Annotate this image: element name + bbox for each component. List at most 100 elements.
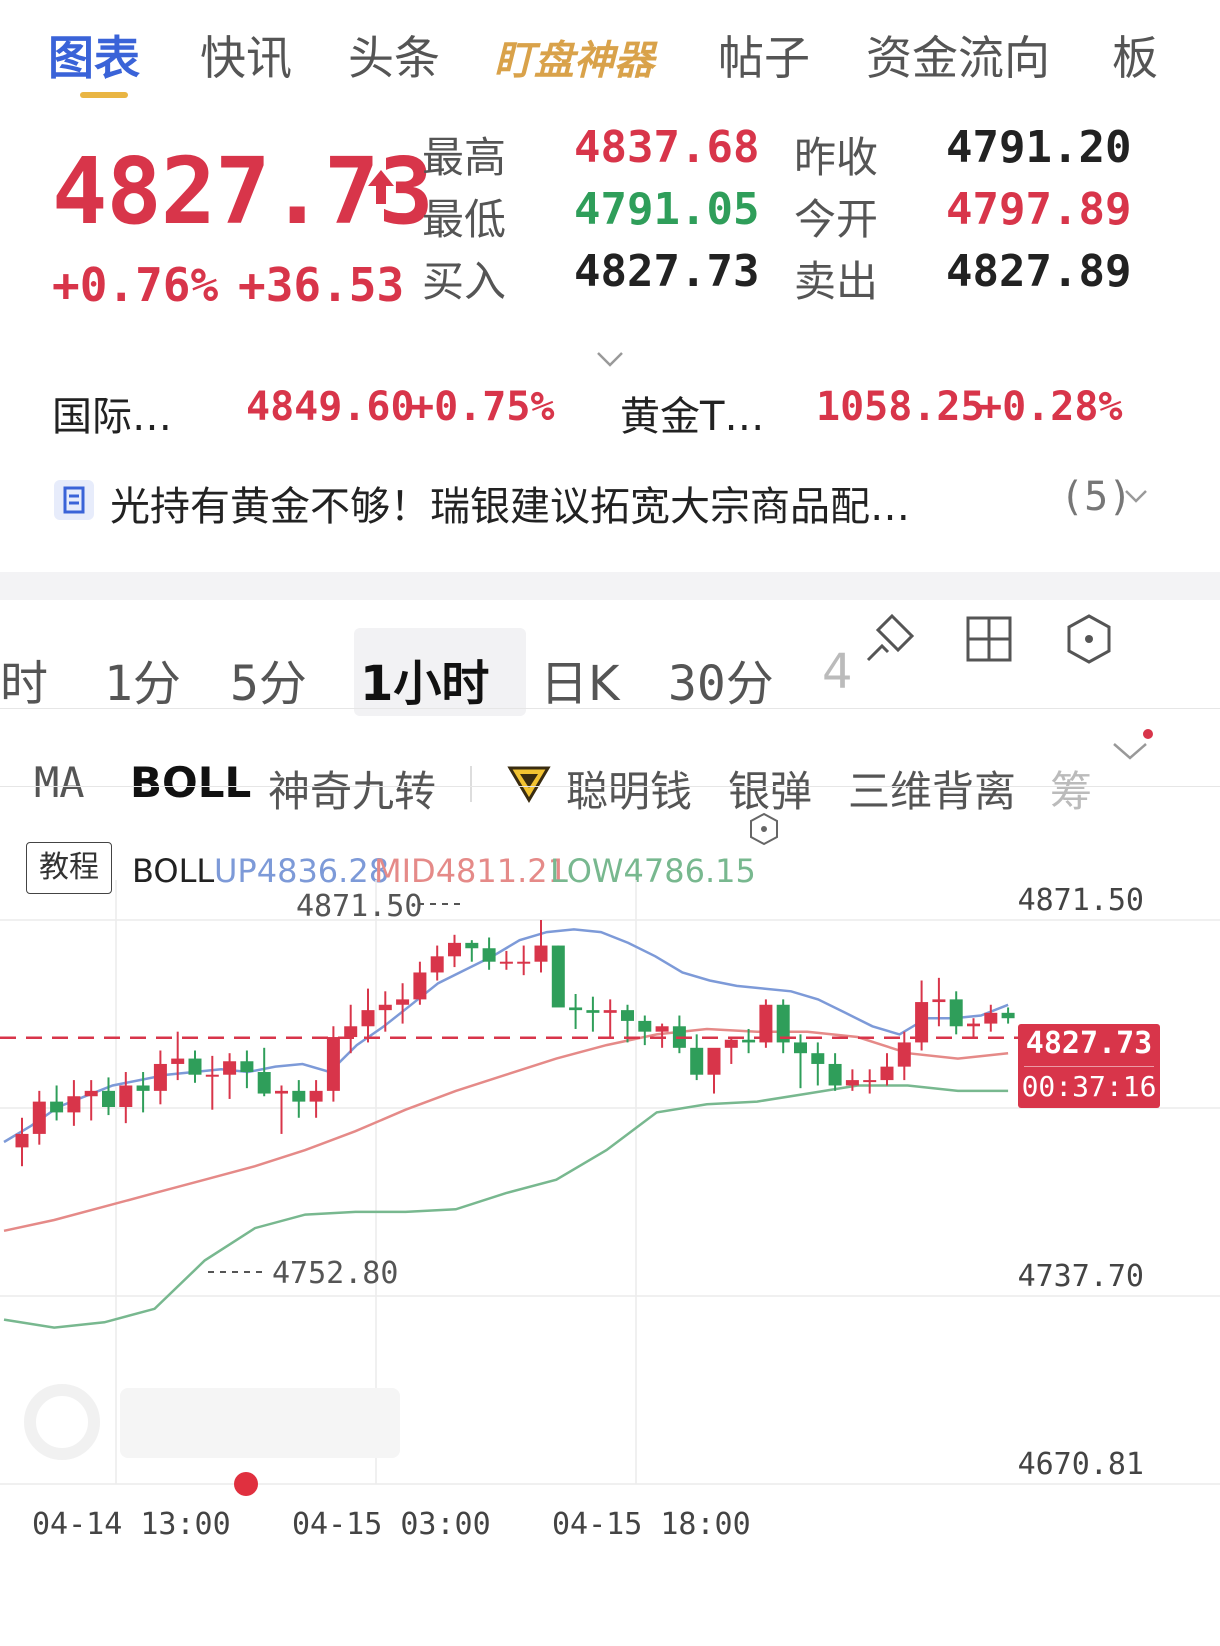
related-name-2[interactable]: 黄金T…: [620, 384, 764, 442]
settings-hexagon-icon[interactable]: [1062, 612, 1116, 666]
candle: [794, 1034, 807, 1089]
news-count: (5): [1060, 474, 1133, 520]
interval-tab-5m[interactable]: 5分: [230, 644, 307, 714]
interval-tab-30m[interactable]: 30分: [668, 644, 774, 714]
candle-body: [967, 1023, 980, 1027]
event-marker-dot[interactable]: [234, 1472, 258, 1496]
candle-body: [326, 1037, 340, 1091]
candle: [396, 983, 410, 1024]
indicator-tab-3d-divergence[interactable]: 三维背离: [848, 758, 1016, 819]
candle-body: [413, 972, 427, 1000]
tab-watch-tool[interactable]: 盯盘神器: [494, 28, 654, 86]
news-headline[interactable]: 光持有黄金不够！瑞银建议拓宽大宗商品配…: [110, 474, 910, 532]
candle: [119, 1072, 133, 1124]
value-low: 4791.05: [574, 184, 760, 235]
tab-flash-news[interactable]: 快讯: [200, 22, 292, 88]
candle-body: [448, 942, 461, 957]
candle-body: [949, 999, 963, 1027]
interval-tab-4h[interactable]: 4: [822, 644, 853, 700]
tag-divider: [1024, 1066, 1154, 1067]
candle-body: [811, 1053, 825, 1064]
candle: [448, 934, 461, 968]
candle: [724, 1037, 738, 1064]
label-bid: 买入: [422, 257, 507, 306]
indicator-tab-chips[interactable]: 筹: [1050, 758, 1092, 819]
candle-body: [603, 1010, 617, 1013]
candle: [205, 1055, 219, 1110]
candle-body: [690, 1047, 704, 1075]
expand-chevron-icon[interactable]: [596, 350, 624, 368]
more-indicators-icon[interactable]: [1108, 728, 1154, 768]
watermark: [24, 1384, 400, 1460]
value-ask: 4827.89: [946, 246, 1132, 297]
candle: [223, 1053, 237, 1099]
value-prev-close: 4791.20: [946, 122, 1132, 173]
candle-body: [1001, 1012, 1015, 1019]
candle: [655, 1023, 669, 1048]
candle-body: [655, 1026, 669, 1032]
tab-sector[interactable]: 板: [1112, 22, 1158, 88]
draw-tool-icon[interactable]: [862, 610, 918, 666]
tab-fund-flow[interactable]: 资金流向: [866, 22, 1050, 88]
candle: [707, 1047, 721, 1094]
candle: [430, 945, 444, 981]
candle: [638, 1015, 652, 1046]
candle-body: [344, 1026, 358, 1038]
candle: [863, 1069, 877, 1094]
candle: [811, 1042, 825, 1086]
candle-body: [309, 1090, 323, 1102]
label-prev-close: 昨收: [794, 133, 879, 182]
candle-body: [136, 1085, 150, 1091]
indicator-tab-smart-money[interactable]: 聪明钱: [566, 758, 692, 819]
indicator-tab-silver-bullet[interactable]: 银弹: [728, 758, 812, 819]
candle: [759, 999, 773, 1048]
candle: [32, 1090, 46, 1145]
news-icon: [54, 480, 94, 520]
candle: [413, 961, 427, 1005]
candle-body: [863, 1080, 877, 1083]
news-expand-icon[interactable]: [1124, 488, 1148, 504]
interval-tab-daily[interactable]: 日K: [540, 644, 619, 714]
candle-body: [292, 1090, 306, 1102]
divider-line: [0, 708, 1220, 709]
candle: [672, 1015, 686, 1054]
change-amount: +36.53: [238, 258, 405, 312]
candle-body: [153, 1063, 167, 1091]
candle: [50, 1085, 64, 1121]
candle-body: [188, 1058, 202, 1075]
candle-body: [551, 945, 565, 1008]
candle: [188, 1050, 202, 1083]
boll-middle-band: [3, 1027, 1009, 1233]
candle-body: [707, 1047, 721, 1075]
candle-body: [880, 1066, 894, 1081]
candle-body: [430, 956, 444, 973]
up-arrow-icon: [368, 170, 394, 204]
tab-posts[interactable]: 帖子: [718, 22, 810, 88]
candle-body: [828, 1063, 842, 1086]
interval-tab-1h[interactable]: 1小时: [360, 644, 489, 714]
candle-body: [240, 1061, 254, 1073]
indicator-tab-magic-nine[interactable]: 神奇九转: [268, 758, 436, 819]
candle: [292, 1080, 306, 1118]
indicator-tab-boll[interactable]: BOLL: [130, 758, 251, 807]
candle-body: [15, 1133, 29, 1148]
candle-countdown: 00:37:16: [1021, 1070, 1157, 1103]
candle: [880, 1053, 894, 1086]
candle: [84, 1080, 98, 1121]
interval-tab-1m[interactable]: 1分: [104, 644, 181, 714]
related-name-1[interactable]: 国际…: [52, 384, 172, 442]
candle-body: [915, 1002, 929, 1043]
candlestick-chart[interactable]: [0, 880, 1220, 1640]
interval-tab-time[interactable]: 时: [0, 644, 48, 714]
indicator-tab-ma[interactable]: MA: [34, 758, 85, 807]
candle-body: [569, 1007, 583, 1011]
candle-body: [102, 1090, 115, 1108]
tab-headlines[interactable]: 头条: [348, 22, 440, 88]
related-price-2: 1058.25: [816, 384, 985, 430]
candle-body: [534, 945, 548, 962]
candle-body: [724, 1039, 738, 1048]
layout-grid-icon[interactable]: [964, 614, 1014, 664]
boll-settings-icon[interactable]: [748, 812, 780, 846]
tab-chart[interactable]: 图表: [48, 22, 140, 88]
divider-line: [0, 786, 1220, 787]
